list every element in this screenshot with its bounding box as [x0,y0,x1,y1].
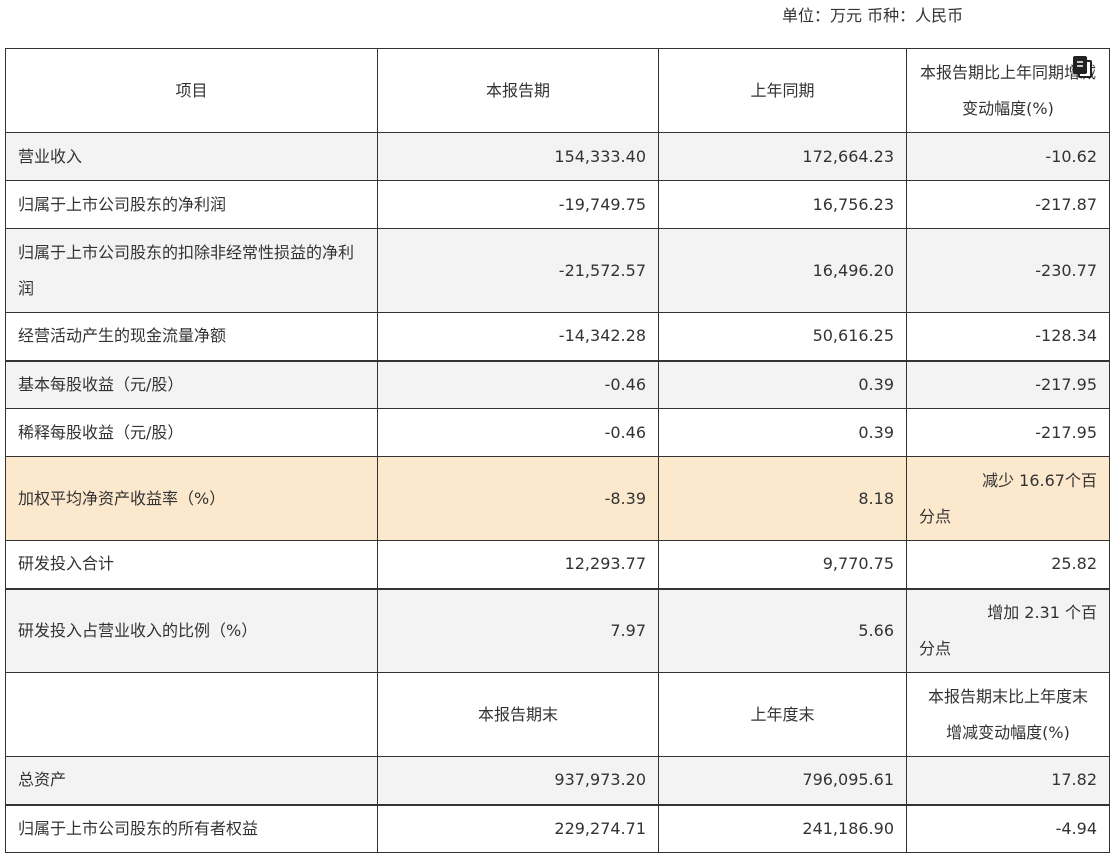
row-current: -0.46 [377,408,659,457]
row-current: 937,973.20 [377,756,659,806]
row-label: 营业收入 [5,132,378,181]
row-change: -217.95 [906,360,1110,409]
table-subheader-row: 本报告期末 上年度末 本报告期末比上年度末 增减变动幅度(%) [5,672,1110,757]
header-item: 项目 [5,48,378,133]
row-current: -0.46 [377,360,659,409]
row-prior: 0.39 [658,360,907,409]
subheader-prior-year-end: 上年度末 [658,672,907,757]
row-prior: 172,664.23 [658,132,907,181]
row-change: 增加 2.31 个百 分点 [906,588,1110,673]
header-current-period: 本报告期 [377,48,659,133]
row-prior: 0.39 [658,408,907,457]
row-change: -217.87 [906,180,1110,229]
row-change: -128.34 [906,312,1110,362]
row-prior: 50,616.25 [658,312,907,362]
table-row: 总资产 937,973.20 796,095.61 17.82 [5,756,1110,806]
row-change-line2: 分点 [919,506,952,526]
table-row: 归属于上市公司股东的扣除非经常性损益的净利润 -21,572.57 16,496… [5,228,1110,313]
header-prior-period: 上年同期 [658,48,907,133]
row-change: -230.77 [906,228,1110,313]
subheader-item [5,672,378,757]
row-prior: 16,756.23 [658,180,907,229]
row-prior: 8.18 [658,456,907,541]
table-header-row: 项目 本报告期 上年同期 本报告期比上年同期增减变动幅度(%) [5,48,1110,133]
row-current: 12,293.77 [377,540,659,590]
row-current: -19,749.75 [377,180,659,229]
row-change: 17.82 [906,756,1110,806]
table-row: 营业收入 154,333.40 172,664.23 -10.62 [5,132,1110,181]
row-prior: 16,496.20 [658,228,907,313]
row-label: 归属于上市公司股东的扣除非经常性损益的净利润 [5,228,378,313]
row-current: -14,342.28 [377,312,659,362]
row-prior: 9,770.75 [658,540,907,590]
row-label: 基本每股收益（元/股） [5,360,378,409]
row-change: -10.62 [906,132,1110,181]
table-row: 基本每股收益（元/股） -0.46 0.39 -217.95 [5,360,1110,409]
row-label: 总资产 [5,756,378,806]
row-current: -8.39 [377,456,659,541]
table-row: 归属于上市公司股东的净利润 -19,749.75 16,756.23 -217.… [5,180,1110,229]
unit-currency-note: 单位：万元 币种：人民币 [782,6,964,25]
row-label: 稀释每股收益（元/股） [5,408,378,457]
row-label: 研发投入占营业收入的比例（%） [5,588,378,673]
table-row: 稀释每股收益（元/股） -0.46 0.39 -217.95 [5,408,1110,457]
table-row: 经营活动产生的现金流量净额 -14,342.28 50,616.25 -128.… [5,312,1110,362]
subheader-period-end: 本报告期末 [377,672,659,757]
copy-icon[interactable] [1072,56,1094,80]
row-label: 加权平均净资产收益率（%） [5,456,378,541]
financial-table: 项目 本报告期 上年同期 本报告期比上年同期增减变动幅度(%) 营业收入 154… [5,48,1110,853]
row-change: 减少 16.67个百 分点 [906,456,1110,541]
row-label: 归属于上市公司股东的净利润 [5,180,378,229]
row-current: 229,274.71 [377,804,659,853]
row-change: 25.82 [906,540,1110,590]
row-current: 7.97 [377,588,659,673]
table-row: 研发投入占营业收入的比例（%） 7.97 5.66 增加 2.31 个百 分点 [5,588,1110,673]
subheader-change-pct: 本报告期末比上年度末 增减变动幅度(%) [906,672,1110,757]
row-change-line1: 减少 16.67个百 [982,470,1097,490]
row-change-line2: 分点 [919,638,952,658]
row-change: -217.95 [906,408,1110,457]
row-prior: 796,095.61 [658,756,907,806]
table-row: 归属于上市公司股东的所有者权益 229,274.71 241,186.90 -4… [5,804,1110,853]
subheader-change-line2: 增减变动幅度(%) [946,722,1070,742]
row-label: 研发投入合计 [5,540,378,590]
subheader-change-line1: 本报告期末比上年度末 [927,686,1088,706]
row-current: 154,333.40 [377,132,659,181]
row-prior: 241,186.90 [658,804,907,853]
table-row: 研发投入合计 12,293.77 9,770.75 25.82 [5,540,1110,590]
row-change-line1: 增加 2.31 个百 [987,602,1097,622]
row-label: 经营活动产生的现金流量净额 [5,312,378,362]
row-change: -4.94 [906,804,1110,853]
table-row-highlighted: 加权平均净资产收益率（%） -8.39 8.18 减少 16.67个百 分点 [5,456,1110,541]
row-label: 归属于上市公司股东的所有者权益 [5,804,378,853]
row-current: -21,572.57 [377,228,659,313]
row-prior: 5.66 [658,588,907,673]
